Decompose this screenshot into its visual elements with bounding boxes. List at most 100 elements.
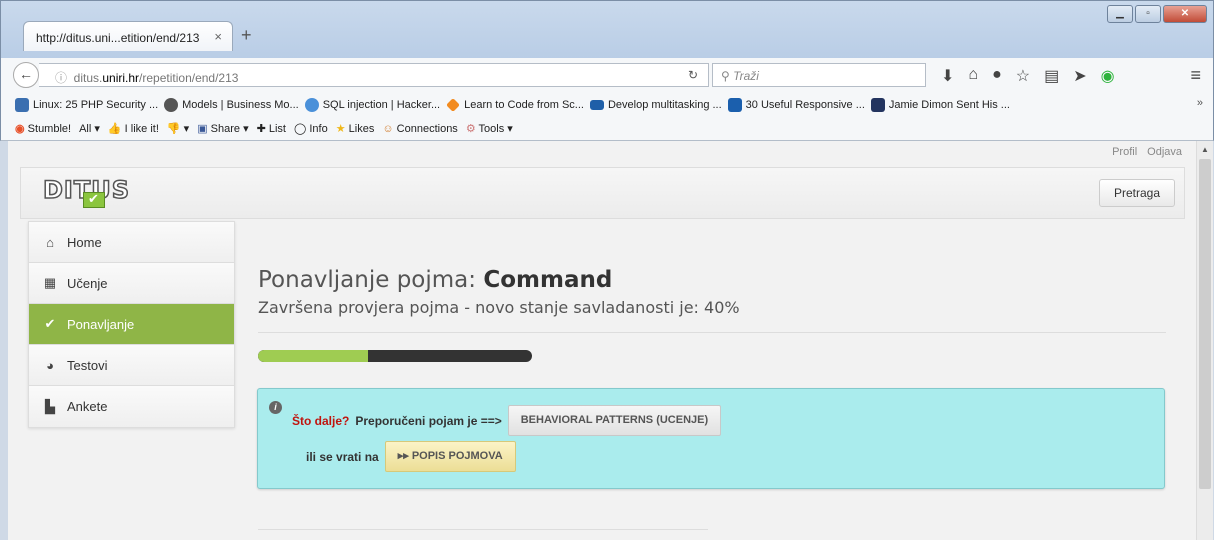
- share-button[interactable]: ▣ Share ▾: [197, 122, 248, 135]
- thumbs-up-icon: 👍: [107, 123, 122, 135]
- share-icon: ▣: [197, 123, 208, 135]
- reload-icon[interactable]: ↻: [688, 68, 698, 82]
- bookmark-item[interactable]: Linux: 25 PHP Security ...: [15, 97, 158, 112]
- likes-button[interactable]: ★ Likes: [336, 122, 375, 135]
- recommendation-row: Što dalje? Preporučeni pojam je ==> BEHA…: [292, 405, 722, 436]
- home-page-icon[interactable]: ⌂: [968, 66, 978, 86]
- recommended-label: Preporučeni pojam je ==>: [355, 413, 502, 428]
- tab-title: http://ditus.uni...etition/end/213: [36, 31, 200, 45]
- search-button[interactable]: Pretraga: [1098, 179, 1175, 207]
- mastery-progress-bar: [258, 350, 532, 362]
- plus-icon: ✚: [256, 123, 266, 135]
- fast-forward-icon: ▸▸: [397, 450, 412, 462]
- like-button[interactable]: 👍 I like it!: [108, 122, 159, 135]
- bookmark-item[interactable]: Models | Business Mo...: [164, 97, 299, 112]
- bookmark-favicon-icon: [304, 97, 319, 112]
- bookmarks-bar: Linux: 25 PHP Security ... Models | Busi…: [0, 92, 1214, 117]
- navigation-toolbar: ← ⓘ ditus.uniri.hr/repetition/end/213 ↻ …: [0, 58, 1214, 92]
- sidebar-item-ponavljanje[interactable]: ✔ Ponavljanje: [29, 304, 234, 345]
- url-prefix: ditus.: [73, 71, 103, 85]
- sidebar-item-label: Testovi: [67, 357, 108, 373]
- return-label: ili se vrati na: [306, 449, 379, 464]
- stumble-logo-icon: ◉: [15, 123, 25, 135]
- bookmark-item[interactable]: Jamie Dimon Sent His ...: [870, 97, 1010, 112]
- menu-icon[interactable]: ≡: [1190, 65, 1201, 86]
- extension-icon[interactable]: ◉: [1101, 66, 1115, 86]
- tools-button[interactable]: ⚙ Tools ▾: [466, 122, 513, 135]
- back-arrow-icon[interactable]: ←: [13, 62, 39, 88]
- next-step-alert: i Što dalje? Preporučeni pojam je ==> BE…: [257, 388, 1165, 489]
- sidebar-item-label: Home: [67, 234, 102, 250]
- sidebar-item-ucenje[interactable]: ▦ Učenje: [29, 263, 234, 304]
- browser-tab[interactable]: http://ditus.uni...etition/end/213 ×: [23, 21, 233, 51]
- bookmark-item[interactable]: SQL injection | Hacker...: [304, 97, 440, 112]
- bookmark-star-icon[interactable]: ☆: [1016, 66, 1030, 86]
- sidebar-nav: ⌂ Home ▦ Učenje ✔ Ponavljanje ◕ Testovi …: [28, 221, 235, 428]
- sidebar-item-label: Učenje: [67, 275, 108, 291]
- reading-list-icon[interactable]: ▤: [1044, 66, 1059, 86]
- info-icon[interactable]: ⓘ: [55, 71, 74, 85]
- search-placeholder: Traži: [733, 69, 759, 83]
- profile-link[interactable]: Profil: [1112, 146, 1137, 158]
- chat-icon[interactable]: ●: [992, 66, 1002, 86]
- recommended-term-button[interactable]: BEHAVIORAL PATTERNS (UCENJE): [507, 405, 722, 436]
- maximize-icon[interactable]: ▫: [1135, 5, 1161, 23]
- chevron-right-icon[interactable]: »: [1197, 97, 1203, 109]
- page-title: Ponavljanje pojma: Command: [258, 267, 613, 293]
- url-bar[interactable]: ⓘ ditus.uniri.hr/repetition/end/213 ↻: [39, 63, 709, 87]
- checkmark-logo-icon: ✔: [83, 192, 105, 208]
- scroll-up-icon[interactable]: ▲: [1201, 145, 1209, 154]
- minimize-icon[interactable]: ▁: [1107, 5, 1133, 23]
- list-button[interactable]: ✚ List: [257, 122, 286, 135]
- send-icon[interactable]: ➤: [1073, 66, 1086, 86]
- progress-fill: [258, 350, 368, 362]
- star-icon: ★: [335, 123, 346, 135]
- home-icon: ⌂: [46, 234, 54, 250]
- sidebar-item-ankete[interactable]: ▙ Ankete: [29, 386, 234, 427]
- tab-close-icon[interactable]: ×: [214, 29, 222, 44]
- close-window-icon[interactable]: ✕: [1163, 5, 1207, 23]
- thumbs-down-icon: 👎: [166, 123, 181, 135]
- sidebar-item-testovi[interactable]: ◕ Testovi: [29, 345, 234, 386]
- what-next-label: Što dalje?: [292, 413, 350, 428]
- stumble-button[interactable]: ◉ Stumble!: [15, 122, 71, 135]
- new-tab-button[interactable]: +: [241, 25, 252, 46]
- site-header: DITUS ✔ Pretraga: [20, 167, 1185, 219]
- window-titlebar: http://ditus.uni...etition/end/213 × + ▁…: [0, 0, 1214, 58]
- ditus-logo[interactable]: DITUS ✔: [42, 175, 130, 208]
- people-icon: ☺: [382, 122, 394, 135]
- connections-button[interactable]: ☺ Connections: [382, 123, 457, 135]
- stumbleupon-toolbar: ◉ Stumble! All ▾ 👍 I like it! 👎 ▾ ▣ Shar…: [0, 117, 1214, 141]
- bookmark-favicon-icon: [589, 99, 604, 110]
- term-name: Command: [483, 267, 613, 293]
- page-content: Profil Odjava DITUS ✔ Pretraga ⌂ Home ▦ …: [8, 141, 1196, 540]
- url-path: /repetition/end/213: [139, 71, 239, 85]
- window-controls: ▁ ▫ ✕: [1107, 5, 1207, 23]
- bookmark-favicon-icon: [15, 97, 29, 112]
- return-row: ili se vrati na ▸▸ POPIS POJMOVA: [306, 441, 516, 472]
- bookmark-item[interactable]: Learn to Code from Sc...: [446, 97, 584, 112]
- sidebar-item-label: Ankete: [67, 399, 108, 414]
- main-content: Ponavljanje pojma: Command Završena prov…: [236, 221, 1186, 540]
- divider: [258, 332, 1166, 333]
- bookmark-favicon-icon: [870, 97, 885, 112]
- search-icon: ⚲: [721, 69, 730, 83]
- scrollbar-thumb[interactable]: [1199, 159, 1211, 489]
- info-button[interactable]: ◯ Info: [294, 122, 328, 135]
- check-icon: ✔: [44, 316, 56, 331]
- sidebar-item-home[interactable]: ⌂ Home: [29, 222, 234, 263]
- search-input[interactable]: ⚲ Traži: [712, 63, 926, 87]
- bookmark-item[interactable]: Develop multitasking ...: [589, 99, 722, 111]
- info-icon: i: [269, 401, 282, 414]
- bookmark-item[interactable]: 30 Useful Responsive ...: [727, 97, 865, 112]
- toolbar-icons: ⬇ ⌂ ● ☆ ▤ ➤ ◉: [941, 66, 1115, 86]
- term-list-button[interactable]: ▸▸ POPIS POJMOVA: [384, 441, 516, 472]
- clipboard-icon: ▙: [45, 398, 55, 414]
- download-icon[interactable]: ⬇: [941, 66, 954, 86]
- divider: [258, 529, 708, 530]
- logout-link[interactable]: Odjava: [1147, 146, 1182, 158]
- url-domain: uniri.hr: [102, 71, 140, 85]
- dislike-button[interactable]: 👎 ▾: [167, 122, 189, 135]
- vertical-scrollbar[interactable]: ▲: [1196, 141, 1213, 540]
- all-dropdown[interactable]: All ▾: [79, 122, 100, 135]
